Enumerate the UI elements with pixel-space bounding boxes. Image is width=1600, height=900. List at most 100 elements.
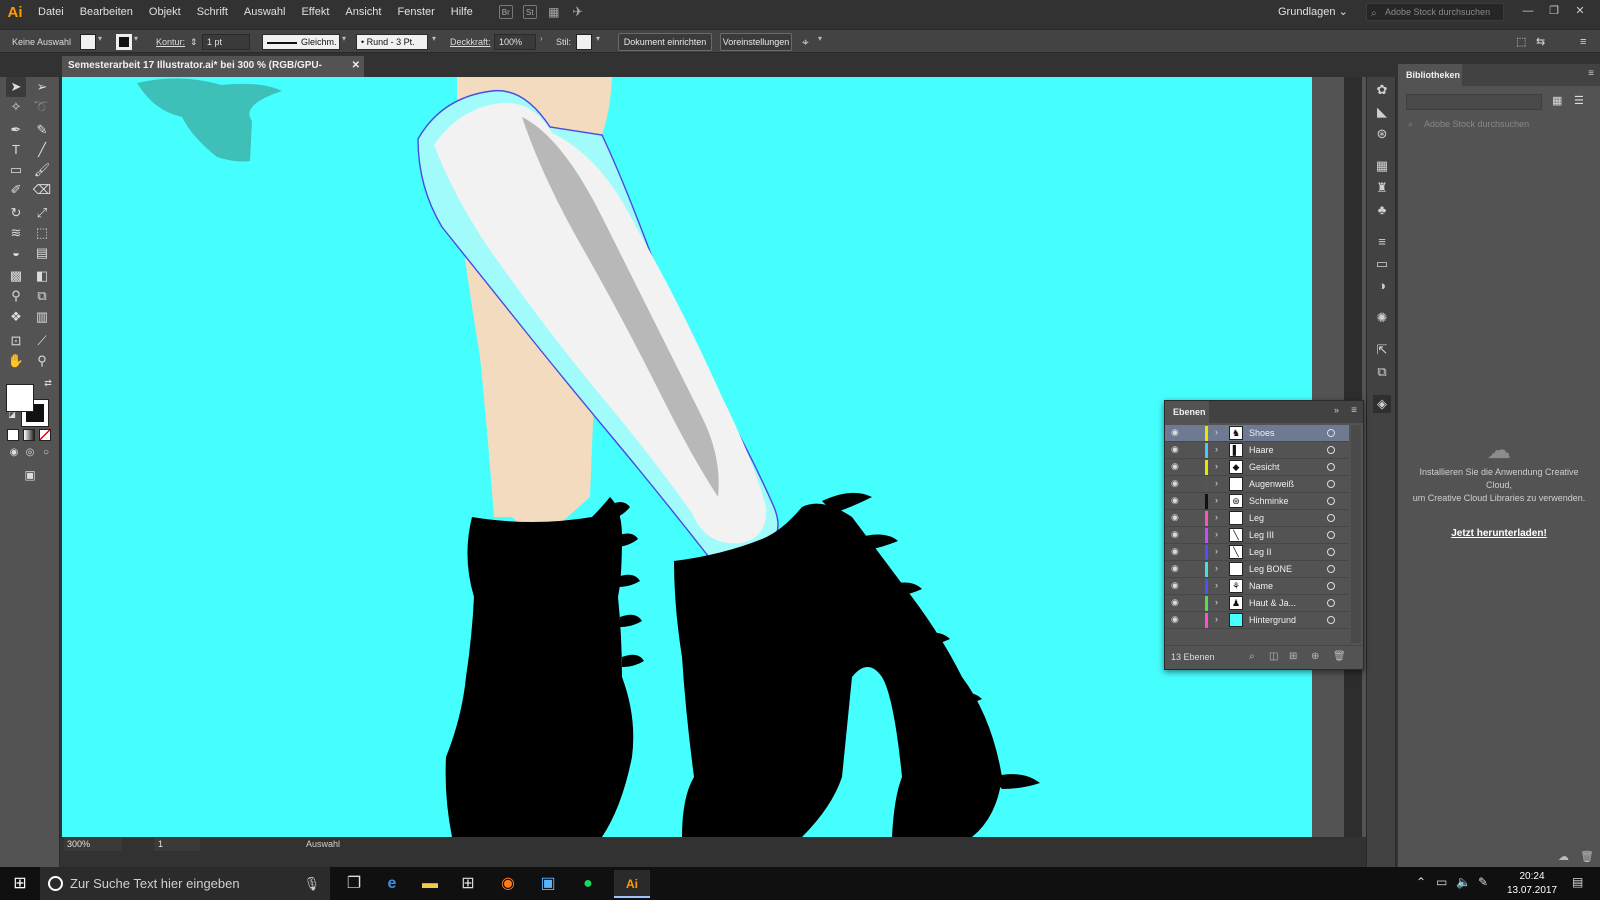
layer-row[interactable]: ◉ › ⊛ Schminke — [1165, 493, 1349, 510]
task-view-icon[interactable]: ❐ — [336, 870, 372, 898]
chevron-down-icon[interactable]: ▾ — [134, 34, 138, 43]
expand-arrow-icon[interactable]: › — [1215, 614, 1218, 624]
visibility-eye-icon[interactable]: ◉ — [1171, 495, 1183, 506]
type-tool-icon[interactable]: T — [6, 140, 26, 160]
brush-select[interactable]: • Rund - 3 Pt. — [356, 34, 428, 50]
menu-ansicht[interactable]: Ansicht — [337, 0, 389, 24]
expand-arrow-icon[interactable]: › — [1215, 546, 1218, 556]
stroke-profile-select[interactable]: Gleichm. — [262, 34, 340, 50]
layer-name[interactable]: Leg BONE — [1249, 561, 1292, 578]
color-mode-icon[interactable] — [7, 429, 19, 441]
menu-objekt[interactable]: Objekt — [141, 0, 189, 24]
collapse-panel-icon[interactable]: » — [1334, 405, 1339, 415]
isolation-icon[interactable]: ⬚ — [1516, 34, 1526, 50]
stroke-color-swatch[interactable] — [116, 34, 132, 50]
gradient-panel-icon[interactable]: ▭ — [1373, 255, 1391, 273]
scale-tool-icon[interactable]: ⤢ — [32, 203, 52, 223]
color-guide-icon[interactable]: ✿ — [1373, 81, 1391, 99]
list-view-icon[interactable]: ☰ — [1574, 94, 1584, 107]
cloud-sync-icon[interactable]: ☁ — [1558, 850, 1569, 863]
visibility-eye-icon[interactable]: ◉ — [1171, 614, 1183, 625]
notifications-icon[interactable]: ▤ — [1572, 875, 1583, 889]
shape-builder-tool-icon[interactable]: ◒ — [6, 243, 26, 263]
bridge-icon[interactable]: Br — [498, 5, 513, 19]
free-transform-tool-icon[interactable]: ⬚ — [32, 223, 52, 243]
expand-arrow-icon[interactable]: › — [1215, 563, 1218, 573]
fill-color-box[interactable] — [6, 384, 34, 412]
pen-tool-icon[interactable]: ✒ — [6, 120, 26, 140]
menu-bearbeiten[interactable]: Bearbeiten — [72, 0, 141, 24]
app-icon[interactable]: ▣ — [530, 870, 566, 898]
trash-icon[interactable]: 🗑 — [1333, 651, 1346, 662]
rectangle-tool-icon[interactable]: ▭ — [6, 160, 26, 180]
layer-row[interactable]: ◉ › ╲ Leg III — [1165, 527, 1349, 544]
stroke-weight-field[interactable]: 1 pt — [202, 34, 250, 50]
none-mode-icon[interactable] — [39, 429, 51, 441]
clipping-mask-icon[interactable]: ◫ — [1269, 651, 1278, 662]
volume-icon[interactable]: 🔈 — [1456, 875, 1471, 889]
workspace-switcher[interactable]: Grundlagen ⌄ — [1278, 5, 1348, 18]
stepper-icon[interactable]: ⇕ — [190, 34, 198, 50]
preferences-button[interactable]: Voreinstellungen — [720, 33, 792, 51]
hand-tool-icon[interactable]: ✋ — [6, 351, 26, 371]
layer-row[interactable]: ◉ › ♞ Shoes — [1165, 425, 1349, 442]
visibility-eye-icon[interactable]: ◉ — [1171, 461, 1183, 472]
layer-row[interactable]: ◉ › Augenweiß — [1165, 476, 1349, 493]
symbols-icon[interactable]: ♜ — [1373, 179, 1391, 197]
menu-schrift[interactable]: Schrift — [189, 0, 236, 24]
target-icon[interactable] — [1327, 514, 1335, 522]
warp-tool-icon[interactable]: ≋ — [6, 223, 26, 243]
chevron-down-icon[interactable]: ▾ — [596, 34, 600, 43]
menu-icon[interactable]: ≡ — [1580, 34, 1586, 50]
artboard-tool-icon[interactable]: ⊡ — [6, 331, 26, 351]
paintbrush-tool-icon[interactable]: 🖌 — [32, 160, 52, 180]
swap-colors-icon[interactable]: ⇄ — [38, 373, 58, 393]
layer-row[interactable]: ◉ › ╲ Leg II — [1165, 544, 1349, 561]
firefox-icon[interactable]: ◉ — [490, 870, 526, 898]
store-icon[interactable]: ⊞ — [450, 870, 486, 898]
layer-name[interactable]: Hintergrund — [1249, 612, 1296, 629]
layer-name[interactable]: Leg III — [1249, 527, 1274, 544]
target-icon[interactable] — [1327, 429, 1335, 437]
slice-tool-icon[interactable]: ⟋ — [32, 331, 52, 351]
download-link[interactable]: Jetzt herunterladen! — [1398, 528, 1600, 539]
rotate-tool-icon[interactable]: ↻ — [6, 203, 26, 223]
menu-datei[interactable]: Datei — [30, 0, 72, 24]
expand-arrow-icon[interactable]: › — [1215, 495, 1218, 505]
minimize-icon[interactable]: — — [1516, 0, 1540, 22]
expand-arrow-icon[interactable]: › — [1215, 427, 1218, 437]
panel-menu-icon[interactable]: ≡ — [1351, 405, 1357, 416]
libraries-tab[interactable]: Bibliotheken — [1398, 64, 1462, 86]
visibility-eye-icon[interactable]: ◉ — [1171, 427, 1183, 438]
target-icon[interactable] — [1327, 599, 1335, 607]
layer-row[interactable]: ◉ › Leg — [1165, 510, 1349, 527]
layer-name[interactable]: Schminke — [1249, 493, 1289, 510]
expand-arrow-icon[interactable]: › — [1215, 444, 1218, 454]
target-icon[interactable] — [1327, 565, 1335, 573]
locate-object-icon[interactable]: ⌕ — [1249, 651, 1255, 662]
expand-arrow-icon[interactable]: › — [1215, 512, 1218, 522]
lasso-tool-icon[interactable]: ➰ — [32, 97, 52, 117]
layers-icon[interactable]: ◈ — [1373, 395, 1391, 413]
visibility-eye-icon[interactable]: ◉ — [1171, 597, 1183, 608]
layer-row[interactable]: ◉ › ◆ Gesicht — [1165, 459, 1349, 476]
appearance-icon[interactable]: ⊛ — [1373, 125, 1391, 143]
visibility-eye-icon[interactable]: ◉ — [1171, 529, 1183, 540]
target-icon[interactable] — [1327, 446, 1335, 454]
gradient-tool-icon[interactable]: ◧ — [32, 266, 52, 286]
grid-view-icon[interactable]: ▦ — [1552, 94, 1562, 107]
gradient-mode-icon[interactable] — [23, 429, 35, 441]
visibility-eye-icon[interactable]: ◉ — [1171, 478, 1183, 489]
visibility-eye-icon[interactable]: ◉ — [1171, 580, 1183, 591]
mesh-tool-icon[interactable]: ▩ — [6, 266, 26, 286]
artboard[interactable] — [62, 77, 1312, 837]
opacity-field[interactable]: 100% — [494, 34, 536, 50]
library-search-input[interactable]: ⌕ Adobe Stock durchsuchen — [1406, 116, 1592, 132]
artboards-icon[interactable]: ⧉ — [1373, 363, 1391, 381]
brushes-icon[interactable]: ◣ — [1373, 103, 1391, 121]
close-icon[interactable]: ✕ — [1568, 0, 1592, 22]
layer-name[interactable]: Haare — [1249, 442, 1274, 459]
visibility-eye-icon[interactable]: ◉ — [1171, 546, 1183, 557]
layer-name[interactable]: Name — [1249, 578, 1273, 595]
expand-arrow-icon[interactable]: › — [1215, 461, 1218, 471]
